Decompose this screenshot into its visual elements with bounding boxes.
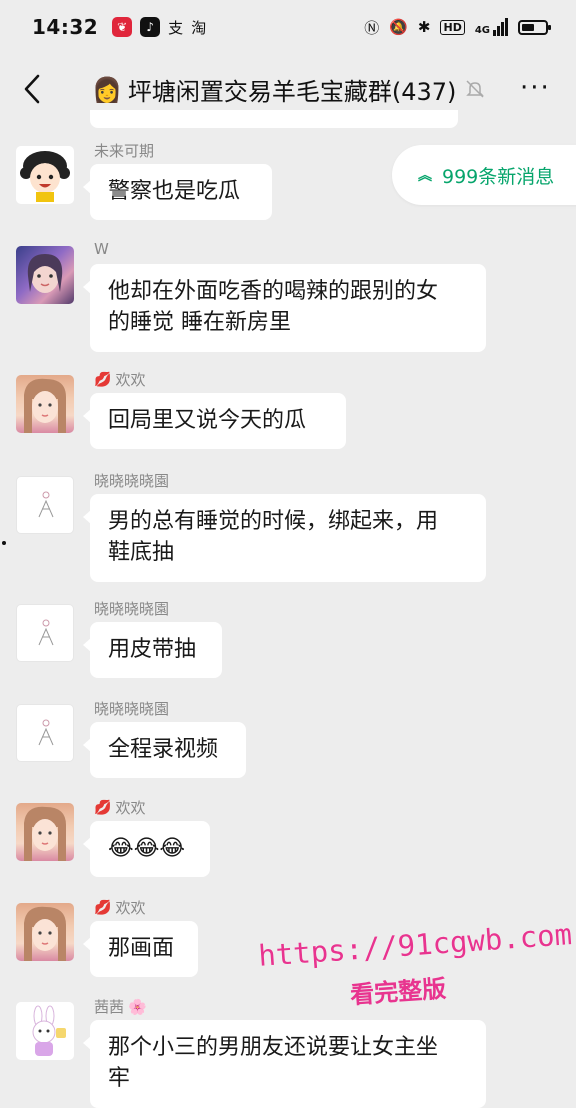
message-text-line: 鞋底抽: [108, 540, 175, 565]
message-bubble[interactable]: 他却在外面吃香的喝辣的跟别的女 的睡觉 睡在新房里: [83, 264, 486, 352]
bunny-cartoon-icon: [32, 1005, 66, 1056]
doodle-figure-icon: [38, 491, 54, 518]
message-text-line: 的睡觉 睡在新房里: [108, 310, 291, 335]
more-menu-button[interactable]: ···: [520, 75, 551, 101]
message-text: 全程录视频: [108, 737, 219, 762]
sender-name: 晓晓晓晓園: [94, 600, 170, 618]
cartoon-girl-icon: [20, 151, 70, 202]
new-messages-button[interactable]: ︽ 999条新消息: [392, 145, 576, 205]
message-text: 那画面: [108, 936, 175, 961]
battery-icon: [518, 19, 551, 35]
network-type: 4G: [474, 25, 490, 36]
message-bubble[interactable]: 回局里又说今天的瓜: [83, 393, 346, 449]
sender-name: 💋 欢欢: [94, 899, 146, 917]
avatar[interactable]: [16, 146, 74, 204]
avatar[interactable]: [16, 375, 74, 433]
message-bubble[interactable]: 男的总有睡觉的时候，绑起来，用 鞋底抽: [83, 494, 486, 582]
watermark-url: https://91cgwb.com: [257, 917, 574, 973]
sender-name: 晓晓晓晓園: [94, 700, 170, 718]
message-text-line: 牢: [108, 1066, 131, 1091]
doodle-figure-icon: [38, 719, 54, 746]
lips-icon: 💋: [94, 371, 112, 388]
sender-name: 未来可期: [94, 142, 155, 160]
avatar[interactable]: [16, 903, 74, 961]
girl-photo-icon: [24, 806, 66, 861]
watermark-caption: 看完整版: [349, 974, 448, 1010]
message-bubble[interactable]: 😂😂😂: [83, 821, 210, 877]
stray-dot: [2, 541, 6, 545]
girl-photo-icon: [24, 906, 66, 961]
lips-icon: 💋: [94, 799, 112, 816]
hd-badge: HD: [440, 19, 465, 35]
sender-name: 茜茜 🌸: [94, 997, 147, 1017]
taobao-icon: 淘: [191, 18, 207, 37]
message-text-line: 那个小三的男朋友还说要让女主坐: [108, 1035, 439, 1060]
sender-name: 💋 欢欢: [94, 799, 146, 817]
message-bubble[interactable]: 那画面: [83, 921, 198, 977]
avatar[interactable]: [16, 476, 74, 534]
message-bubble[interactable]: 全程录视频: [83, 722, 246, 778]
alipay-icon: 支: [168, 18, 184, 37]
avatar[interactable]: [16, 246, 74, 304]
message-text-line: 他却在外面吃香的喝辣的跟别的女: [108, 279, 439, 304]
message-text: 用皮带抽: [108, 637, 197, 662]
bell-muted-icon: [466, 80, 484, 98]
lips-icon: 💋: [94, 899, 112, 916]
chat-title: 坪塘闲置交易羊毛宝藏群(437): [127, 78, 457, 106]
signal-icon: 4G: [475, 18, 508, 36]
app-notification-icon: ❦: [112, 17, 133, 37]
mute-icon: 🔕: [389, 18, 408, 36]
girl-photo-icon: [27, 254, 63, 293]
previous-message-bubble: [90, 110, 458, 128]
tiktok-icon: ♪: [140, 17, 161, 37]
girl-photo-icon: [24, 378, 66, 433]
sender-name: 💋 欢欢: [94, 371, 146, 389]
message-text: 警察也是吃瓜: [108, 179, 241, 204]
sender-name: W: [94, 240, 109, 258]
sender-name: 晓晓晓晓園: [94, 472, 170, 490]
message-text: 😂😂😂: [108, 836, 186, 861]
back-arrow-icon[interactable]: [18, 72, 48, 106]
flower-icon: 🌸: [128, 997, 147, 1016]
title-emoji: 👩: [92, 75, 122, 104]
status-bar: 14:32 ❦ ♪ 支 淘 Ⓝ 🔕 ✱ HD 4G: [0, 0, 576, 54]
avatar[interactable]: [16, 604, 74, 662]
message-bubble[interactable]: 那个小三的男朋友还说要让女主坐 牢: [83, 1020, 486, 1108]
avatar[interactable]: [16, 704, 74, 762]
nfc-icon: Ⓝ: [364, 18, 380, 37]
avatar[interactable]: [16, 803, 74, 861]
bluetooth-icon: ✱: [417, 18, 431, 36]
new-messages-label: 999条新消息: [442, 165, 555, 188]
status-app-icons: ❦ ♪ 支 淘: [112, 17, 206, 37]
chat-title-area[interactable]: 👩 坪塘闲置交易羊毛宝藏群(437): [92, 72, 456, 107]
status-time: 14:32: [32, 15, 99, 39]
avatar[interactable]: [16, 1002, 74, 1060]
doodle-figure-icon: [38, 619, 54, 646]
message-text: 回局里又说今天的瓜: [108, 408, 307, 433]
message-bubble[interactable]: 警察也是吃瓜: [83, 164, 272, 220]
message-text-line: 男的总有睡觉的时候，绑起来，用: [108, 509, 439, 534]
double-up-arrow-icon: ︽: [418, 168, 432, 184]
message-bubble[interactable]: 用皮带抽: [83, 622, 222, 678]
status-right-icons: Ⓝ 🔕 ✱ HD 4G: [364, 17, 551, 38]
